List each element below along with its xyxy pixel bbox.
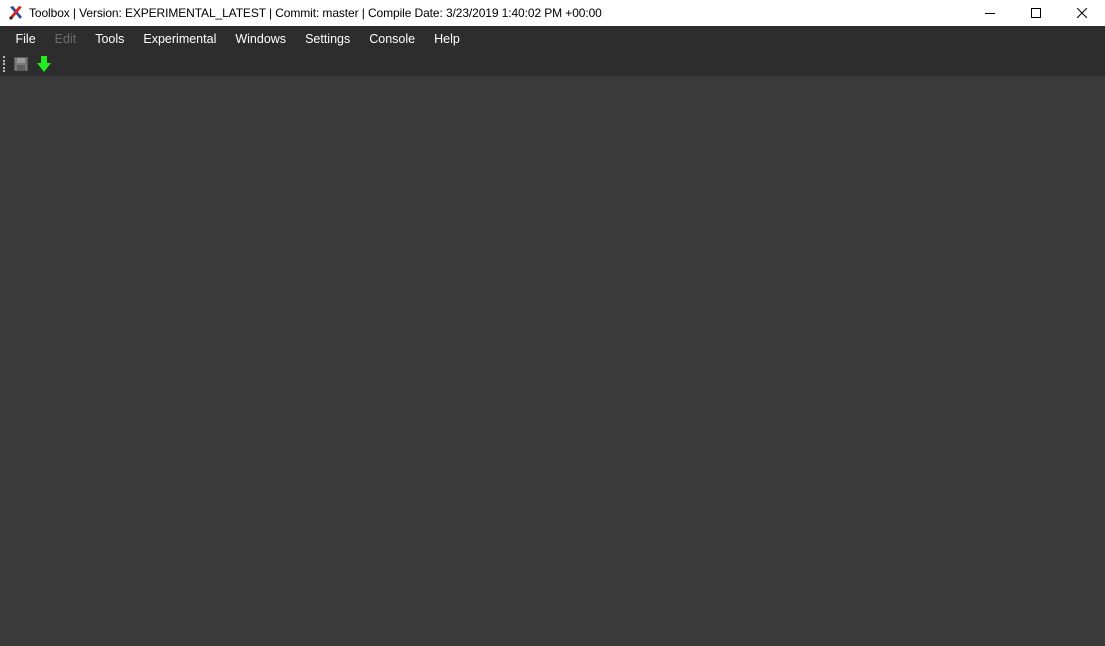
menu-edit: Edit	[54, 32, 77, 46]
window-title: Toolbox | Version: EXPERIMENTAL_LATEST |…	[29, 6, 602, 20]
menu-console[interactable]: Console	[360, 26, 425, 52]
close-icon	[1077, 8, 1087, 18]
menu-help[interactable]: Help	[425, 26, 470, 52]
menu-file[interactable]: File	[6, 26, 45, 52]
window-controls	[967, 0, 1105, 26]
workspace-area[interactable]	[0, 76, 1105, 646]
download-arrow-icon	[37, 56, 51, 72]
minimize-icon	[985, 13, 995, 14]
toolbar	[0, 52, 1105, 76]
menu-settings[interactable]: Settings	[296, 26, 360, 52]
menu-experimental[interactable]: Experimental	[134, 26, 226, 52]
save-button	[11, 54, 31, 74]
minimize-button[interactable]	[967, 0, 1013, 26]
title-bar[interactable]: Toolbox | Version: EXPERIMENTAL_LATEST |…	[0, 0, 1105, 26]
maximize-icon	[1031, 8, 1041, 18]
close-button[interactable]	[1059, 0, 1105, 26]
maximize-button[interactable]	[1013, 0, 1059, 26]
save-icon	[14, 57, 28, 71]
menu-bar: File Edit Tools Experimental Windows Set…	[0, 26, 1105, 52]
menu-tools[interactable]: Tools	[86, 26, 134, 52]
toolbox-app-icon[interactable]	[8, 5, 24, 21]
download-button[interactable]	[34, 54, 54, 74]
toolbar-grip[interactable]	[3, 55, 7, 73]
menu-windows[interactable]: Windows	[226, 26, 296, 52]
